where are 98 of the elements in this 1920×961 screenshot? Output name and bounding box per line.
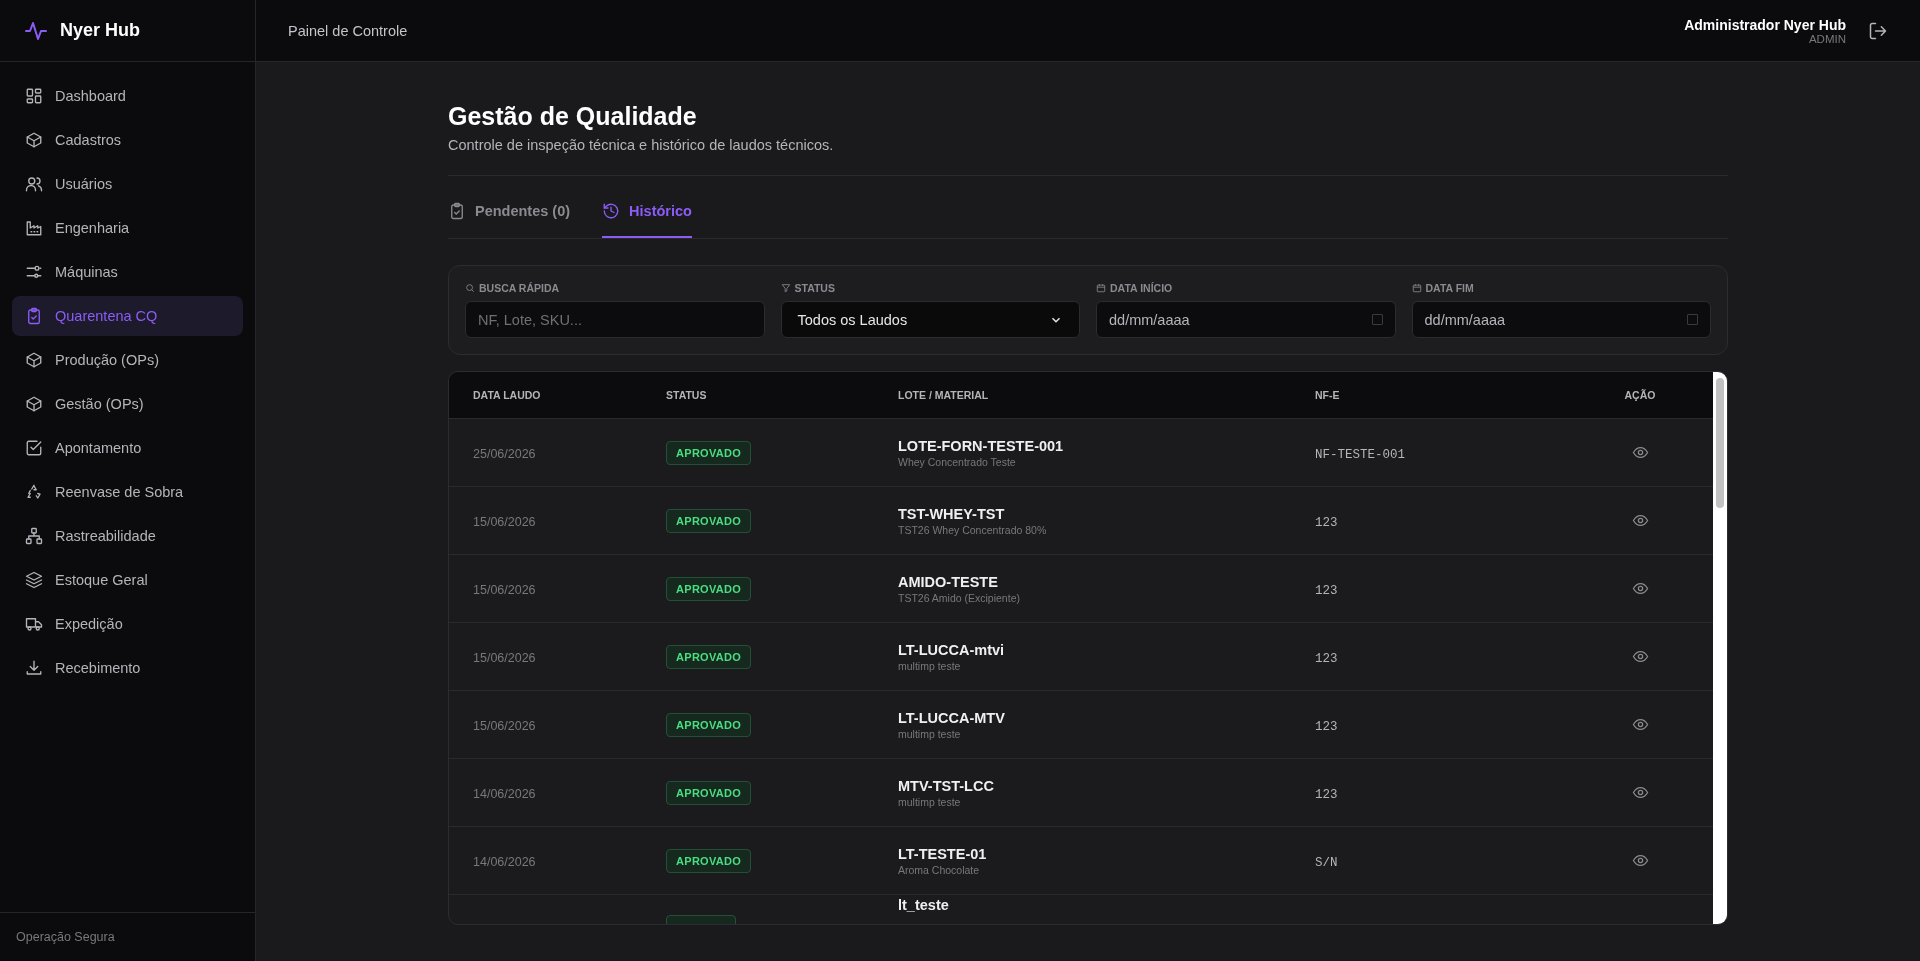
material-name: multimp teste xyxy=(898,795,962,808)
invoice-number: NF-TESTE-001 xyxy=(1315,447,1405,462)
cube-icon xyxy=(25,395,43,413)
sidebar-item[interactable]: Rastreabilidade xyxy=(12,516,243,556)
brand-name: Nyer Hub xyxy=(60,20,140,41)
tab[interactable]: Histórico xyxy=(602,188,692,238)
factory-icon xyxy=(25,219,43,237)
column-header: DATA LAUDO xyxy=(472,389,542,401)
clipboard-check-icon xyxy=(448,202,466,220)
invoice-number: 123 xyxy=(1315,651,1338,666)
tab[interactable]: Pendentes (0) xyxy=(448,188,571,238)
status-badge: APROVADO xyxy=(666,440,752,465)
material-name: multimp teste xyxy=(898,727,962,740)
filter-label: DATA FIM xyxy=(1425,282,1474,294)
material-name: TST26 Whey Concentrado 80% xyxy=(898,523,1048,536)
date-field[interactable]: dd/mm/aaaa xyxy=(1096,301,1396,338)
header-title: Painel de Controle xyxy=(288,22,408,39)
sidebar-item[interactable]: Máquinas xyxy=(12,252,243,292)
user-name: Administrador Nyer Hub xyxy=(1684,16,1846,33)
view-icon[interactable] xyxy=(1631,512,1649,529)
lot-code: LT-TESTE-01 xyxy=(898,845,988,862)
column-header: LOTE / MATERIAL xyxy=(897,389,990,401)
view-icon[interactable] xyxy=(1631,648,1649,665)
date-text: 15/06/2026 xyxy=(473,650,536,665)
column-header: STATUS xyxy=(665,389,708,401)
sidebar-item[interactable]: Dashboard xyxy=(12,76,243,116)
invoice-number: S/N xyxy=(1315,855,1338,870)
status-badge: APROVADO xyxy=(666,712,752,737)
sidebar-item[interactable]: Produção (OPs) xyxy=(12,340,243,380)
filter-icon xyxy=(780,283,791,293)
sidebar-item[interactable]: Recebimento xyxy=(12,648,243,688)
lot-code: LOTE-FORN-TESTE-001 xyxy=(898,437,1065,454)
column-header: AÇÃO xyxy=(1623,389,1657,401)
search-icon xyxy=(465,283,475,293)
logout-icon[interactable] xyxy=(1868,20,1888,41)
hierarchy-icon xyxy=(25,527,43,545)
sidebar-item[interactable]: Estoque Geral xyxy=(12,560,243,600)
clipboard-check-icon xyxy=(25,307,43,325)
sidebar-item[interactable]: Gestão (OPs) xyxy=(12,384,243,424)
invoice-number: 123 xyxy=(1315,515,1338,530)
sidebar-item[interactable]: Usuários xyxy=(12,164,243,204)
lot-code: LT-LUCCA-MTV xyxy=(898,709,1006,726)
sidebar-item[interactable]: Reenvase de Sobra xyxy=(12,472,243,512)
sidebar-item[interactable]: Quarentena CQ xyxy=(12,296,243,336)
view-icon[interactable] xyxy=(1631,580,1649,597)
date-text: 15/06/2026 xyxy=(473,582,536,597)
view-icon[interactable] xyxy=(1631,784,1649,801)
users-icon xyxy=(25,175,43,193)
sidebar-item[interactable]: Apontamento xyxy=(12,428,243,468)
download-icon xyxy=(25,659,43,677)
layers-icon xyxy=(25,571,43,589)
invoice-number: 123 xyxy=(1315,719,1338,734)
date-text: 14/06/2026 xyxy=(473,854,536,869)
filter-label: STATUS xyxy=(794,282,835,294)
date-text: 14/06/2026 xyxy=(473,786,536,801)
sidebar-item[interactable]: Cadastros xyxy=(12,120,243,160)
status-badge: APROVADO xyxy=(666,576,752,601)
footer-text: Operação Segura xyxy=(16,930,115,944)
view-icon[interactable] xyxy=(1631,852,1649,869)
page-title: Gestão de Qualidade xyxy=(448,102,698,131)
sidebar-item[interactable]: Engenharia xyxy=(12,208,243,248)
material-name: multimp teste xyxy=(898,659,962,672)
checkbox-icon xyxy=(25,439,43,457)
material-name: Aroma Chocolate xyxy=(898,863,981,876)
search-field[interactable]: NF, Lote, SKU... xyxy=(465,301,765,338)
date-text: 15/06/2026 xyxy=(473,718,536,733)
cube-icon xyxy=(25,131,43,149)
material-name: TST26 Amido (Excipiente) xyxy=(898,591,1021,604)
view-icon[interactable] xyxy=(1631,444,1649,461)
truck-icon xyxy=(25,615,43,633)
material-name: Whey Concentrado Teste xyxy=(898,455,1017,468)
grid-icon xyxy=(25,87,43,105)
status-badge: APROVADO xyxy=(666,848,752,873)
filter-label: BUSCA RÁPIDA xyxy=(479,282,560,294)
date-field[interactable]: dd/mm/aaaa xyxy=(1411,301,1711,338)
date-text: 25/06/2026 xyxy=(473,446,536,461)
sliders-icon xyxy=(25,263,43,281)
history-icon xyxy=(602,202,621,220)
sidebar-item[interactable]: Expedição xyxy=(12,604,243,644)
lot-code: MTV-TST-LCC xyxy=(898,777,995,794)
status-badge: APROVADO xyxy=(666,508,752,533)
view-icon[interactable] xyxy=(1631,716,1649,733)
user-role: ADMIN xyxy=(1808,32,1846,45)
status-select[interactable]: Todos os Laudos xyxy=(780,301,1080,338)
filter-label: DATA INÍCIO xyxy=(1110,282,1173,294)
lot-code: LT-LUCCA-mtvi xyxy=(898,641,1006,658)
invoice-number: 123 xyxy=(1315,583,1338,598)
date-text: 15/06/2026 xyxy=(473,514,536,529)
lot-code: lt_teste xyxy=(898,897,950,915)
lot-code: TST-WHEY-TST xyxy=(898,505,1006,522)
page-subtitle: Controle de inspeção técnica e histórico de laudos técnicos. xyxy=(448,137,1728,176)
scrollbar[interactable] xyxy=(1713,372,1727,924)
lot-code: AMIDO-TESTE xyxy=(898,573,999,590)
status-badge: APROVADO xyxy=(666,644,752,669)
invoice-number: 123 xyxy=(1315,787,1338,802)
column-header: NF-E xyxy=(1314,389,1341,401)
status-badge: APROVADO xyxy=(666,780,752,805)
cube-icon xyxy=(25,351,43,369)
